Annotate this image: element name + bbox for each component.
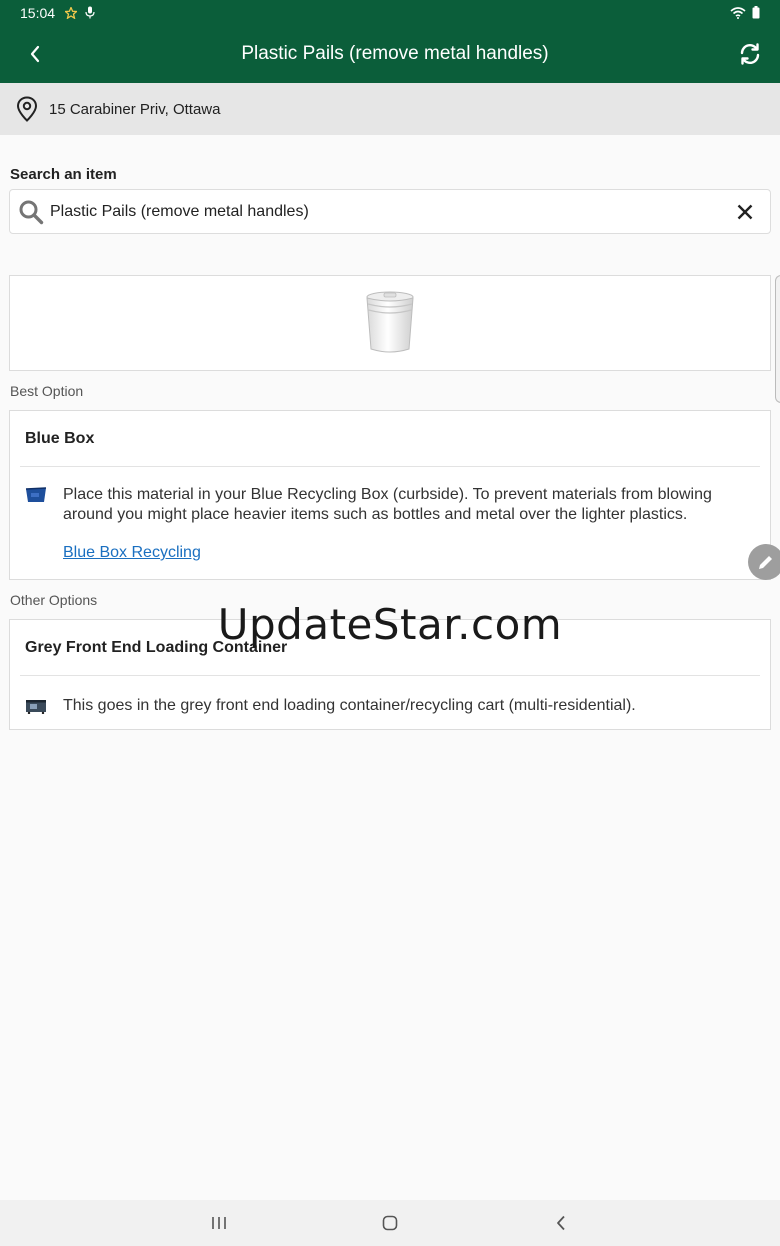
system-back-button[interactable] xyxy=(476,1200,647,1246)
wifi-icon xyxy=(730,6,746,19)
blue-box-icon xyxy=(25,487,47,502)
best-option-card: Blue Box Place this material in your Blu… xyxy=(9,410,771,580)
location-bar[interactable]: 15 Carabiner Priv, Ottawa xyxy=(0,83,780,135)
watermark: UpdateStar.com xyxy=(217,600,563,649)
side-panel-handle[interactable] xyxy=(775,275,780,403)
home-button[interactable] xyxy=(305,1200,476,1246)
status-time: 15:04 xyxy=(20,4,56,21)
search-field xyxy=(9,189,771,234)
microphone-icon xyxy=(85,6,95,19)
search-input[interactable] xyxy=(50,191,720,232)
best-option-title: Blue Box xyxy=(25,429,95,447)
clear-search-button[interactable] xyxy=(720,192,770,232)
refresh-icon xyxy=(740,43,760,65)
system-navigation-bar xyxy=(0,1200,780,1246)
location-address: 15 Carabiner Priv, Ottawa xyxy=(49,100,221,118)
back-arrow-icon xyxy=(557,1215,565,1231)
location-pin-icon xyxy=(16,96,38,122)
home-icon xyxy=(382,1215,398,1231)
search-icon xyxy=(19,200,44,224)
best-option-description: Place this material in your Blue Recycli… xyxy=(63,486,712,523)
edit-button[interactable] xyxy=(748,544,780,580)
back-button[interactable] xyxy=(0,25,70,83)
star-icon xyxy=(65,6,78,19)
pencil-icon xyxy=(759,556,772,569)
item-image-card xyxy=(9,275,771,371)
battery-icon xyxy=(752,6,760,19)
other-option-description: This goes in the grey front end loading … xyxy=(63,697,636,714)
refresh-button[interactable] xyxy=(720,25,780,83)
search-label: Search an item xyxy=(10,166,117,183)
status-bar: 15:04 xyxy=(0,0,780,25)
chevron-left-icon xyxy=(30,45,40,63)
pail-image xyxy=(366,291,414,353)
blue-box-recycling-link[interactable]: Blue Box Recycling xyxy=(63,544,770,562)
recent-apps-button[interactable] xyxy=(134,1200,305,1246)
app-bar: Plastic Pails (remove metal handles) xyxy=(0,25,780,83)
close-icon xyxy=(737,204,753,219)
grey-container-icon xyxy=(26,700,46,714)
page-title: Plastic Pails (remove metal handles) xyxy=(241,43,549,64)
best-option-label: Best Option xyxy=(10,383,84,399)
recent-apps-icon xyxy=(212,1217,226,1229)
